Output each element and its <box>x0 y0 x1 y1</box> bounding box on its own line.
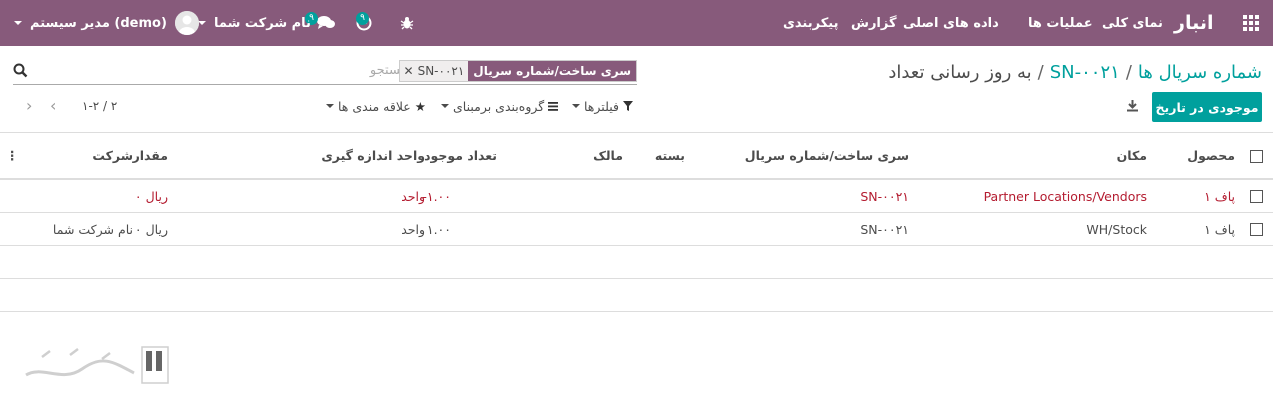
top-navbar: انبار نمای کلی عملیات ها داده های اصلی گ… <box>0 0 1273 46</box>
column-product[interactable]: محصول <box>1187 133 1235 178</box>
column-location[interactable]: مکان <box>1117 133 1147 178</box>
cell-uom: واحد <box>401 188 425 204</box>
caret-down-icon <box>326 104 334 108</box>
user-name: مدیر سیستم (demo) <box>30 15 167 31</box>
table-row[interactable]: پاف ۱ Partner Locations/Vendors SN-۰۰۲۱ … <box>0 180 1273 213</box>
cell-uom: واحد <box>401 221 425 237</box>
cell-quantity: ۱.۰۰ <box>426 221 451 237</box>
avatar <box>174 11 199 35</box>
inventory-at-date-button[interactable]: موجودی در تاریخ <box>1152 92 1262 122</box>
cell-product: پاف ۱ <box>1204 221 1235 237</box>
menu-configuration[interactable]: پیکربندی <box>783 0 838 46</box>
group-by-dropdown[interactable]: گروه‌بندی برمبنای <box>441 96 559 116</box>
breadcrumb: شماره سریال ها / SN-۰۰۲۱ / به روز رسانی … <box>888 59 1262 85</box>
row-checkbox[interactable] <box>1250 223 1263 236</box>
cell-lot: SN-۰۰۲۱ <box>860 221 909 237</box>
menu-master-data[interactable]: داده های اصلی <box>903 0 999 46</box>
search-bar: جستجو... ✕ SN-۰۰۲۱ سری ساخت/شماره سریال <box>13 59 637 85</box>
row-checkbox[interactable] <box>1250 190 1263 203</box>
select-all-checkbox[interactable] <box>1250 150 1263 163</box>
download-icon[interactable] <box>1126 99 1139 116</box>
star-icon: ★ <box>414 98 426 114</box>
favorites-label: علاقه مندی ها <box>338 98 411 114</box>
cell-product: پاف ۱ <box>1204 188 1235 204</box>
column-company[interactable]: شرکت <box>92 133 133 178</box>
table-row-empty <box>0 279 1273 312</box>
user-menu[interactable]: مدیر سیستم (demo) <box>14 0 199 46</box>
search-facet: ✕ SN-۰۰۲۱ سری ساخت/شماره سریال <box>398 60 637 82</box>
cell-value: ۰ ریال <box>134 188 168 204</box>
watermark-logo <box>22 343 172 397</box>
filters-dropdown[interactable]: فیلترها <box>572 96 633 116</box>
table-header: محصول مکان سری ساخت/شماره سریال بسته مال… <box>0 132 1273 180</box>
column-uom[interactable]: واحد اندازه گیری <box>321 133 425 178</box>
breadcrumb-separator: / <box>1037 61 1044 83</box>
cell-value: ۰ ریال <box>134 221 168 237</box>
company-name: نام شرکت شما <box>214 15 311 31</box>
activities-count-badge: ۹ <box>356 12 369 25</box>
menu-reporting[interactable]: گزارش <box>851 0 897 46</box>
table-row-empty <box>0 246 1273 279</box>
search-facet-value-wrap: ✕ SN-۰۰۲۱ <box>399 61 469 81</box>
app-name[interactable]: انبار <box>1174 0 1213 46</box>
breadcrumb-serial-record[interactable]: SN-۰۰۲۱ <box>1050 62 1120 83</box>
menu-operations[interactable]: عملیات ها <box>1028 0 1093 46</box>
menu-overview[interactable]: نمای کلی <box>1102 0 1163 46</box>
page-title: به روز رسانی تعداد <box>888 61 1032 83</box>
caret-down-icon <box>441 104 449 108</box>
column-quantity[interactable]: تعداد موجود <box>424 133 497 178</box>
group-by-label: گروه‌بندی برمبنای <box>453 98 545 114</box>
column-settings-icon[interactable]: ⋮ <box>6 133 19 178</box>
messages-chat-icon[interactable] <box>316 0 336 46</box>
search-icon[interactable] <box>13 63 28 82</box>
breadcrumb-separator: / <box>1125 61 1132 83</box>
table-row[interactable]: پاف ۱ WH/Stock SN-۰۰۲۱ ۱.۰۰ واحد ۰ ریال … <box>0 213 1273 246</box>
filter-icon <box>622 99 633 114</box>
cell-company: نام شرکت شما <box>52 221 133 237</box>
column-package[interactable]: بسته <box>655 133 685 178</box>
caret-down-icon <box>14 21 22 25</box>
column-lot[interactable]: سری ساخت/شماره سریال <box>745 133 909 178</box>
column-value[interactable]: مقدار <box>133 133 168 178</box>
caret-down-icon <box>198 21 206 25</box>
list-icon <box>548 99 559 114</box>
favorites-dropdown[interactable]: علاقه مندی ها ★ <box>326 96 426 116</box>
cell-location: WH/Stock <box>1086 221 1147 237</box>
filters-label: فیلترها <box>584 98 619 114</box>
caret-down-icon <box>572 104 580 108</box>
cell-lot: SN-۰۰۲۱ <box>860 188 909 204</box>
facet-remove-icon[interactable]: ✕ <box>404 61 414 81</box>
breadcrumb-serial-numbers[interactable]: شماره سریال ها <box>1138 62 1262 83</box>
company-switcher[interactable]: نام شرکت شما <box>198 0 311 46</box>
search-facet-value: SN-۰۰۲۱ <box>417 64 465 78</box>
cell-location: Partner Locations/Vendors <box>983 188 1147 204</box>
chevron-left-icon[interactable]: ‹ <box>50 98 56 114</box>
debug-bug-icon[interactable] <box>400 0 414 46</box>
pager-value[interactable]: ۱-۲ / ۲ <box>82 96 117 116</box>
search-facet-label: سری ساخت/شماره سریال <box>468 61 636 81</box>
apps-menu-icon[interactable] <box>1243 0 1259 46</box>
chevron-right-icon[interactable]: › <box>26 98 32 114</box>
column-owner[interactable]: مالک <box>593 133 623 178</box>
cell-quantity: -۱.۰۰ <box>422 188 451 204</box>
